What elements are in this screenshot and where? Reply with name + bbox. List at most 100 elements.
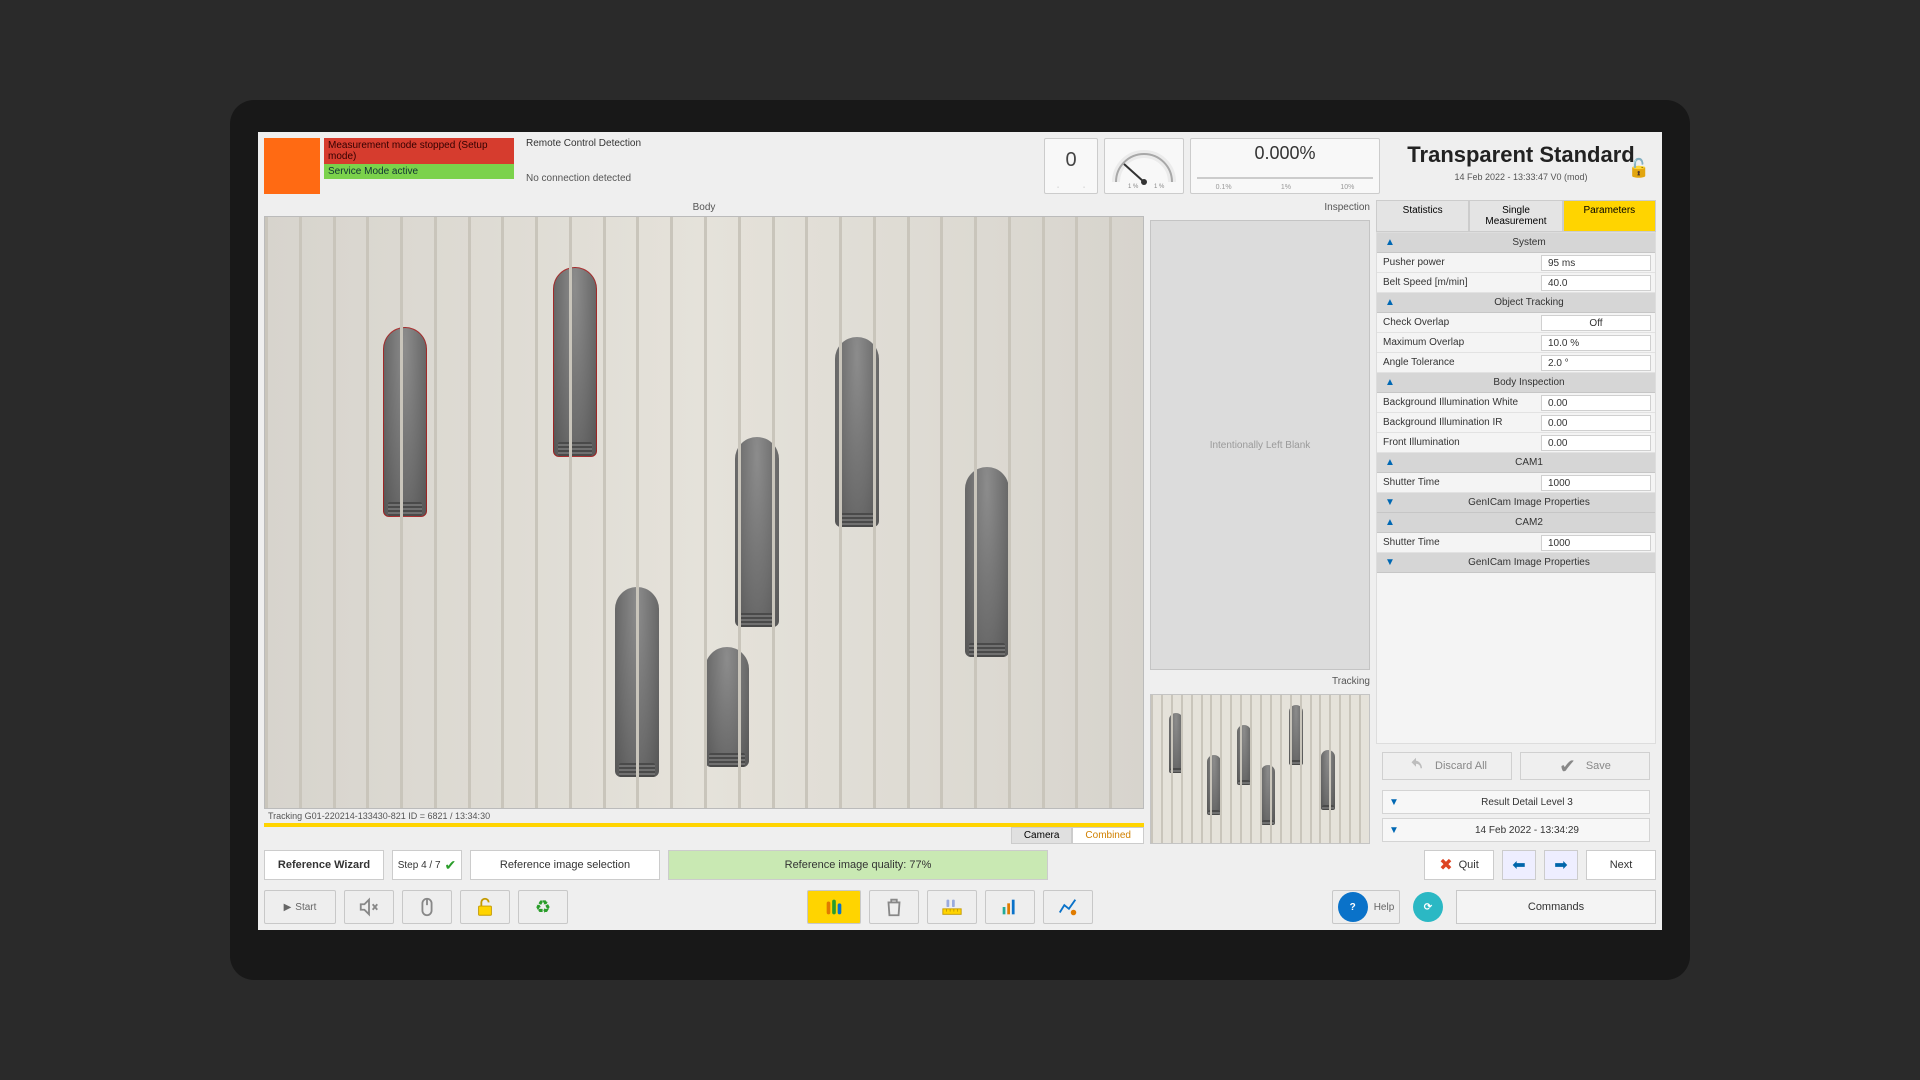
commands-button[interactable]: Commands bbox=[1456, 890, 1656, 924]
recipe-title: Transparent Standard bbox=[1390, 142, 1652, 168]
remote-title: Remote Control Detection bbox=[526, 138, 641, 149]
lock-icon[interactable]: 🔓 bbox=[1628, 158, 1650, 179]
param-value[interactable]: 0.00 bbox=[1541, 395, 1651, 411]
param-key: Shutter Time bbox=[1377, 477, 1541, 488]
mute-button[interactable] bbox=[344, 890, 394, 924]
wizard-quit-button[interactable]: ✖ Quit bbox=[1424, 850, 1494, 880]
param-value[interactable]: 95 ms bbox=[1541, 255, 1651, 271]
unlock-button[interactable] bbox=[460, 890, 510, 924]
status-service: Service Mode active bbox=[324, 164, 514, 179]
tracking-thumb[interactable] bbox=[1150, 694, 1370, 844]
param-value[interactable]: 1000 bbox=[1541, 475, 1651, 491]
tab-single-measurement[interactable]: Single Measurement bbox=[1469, 200, 1562, 232]
percent-gauge: 0.000% 0.1% 1% 10% bbox=[1190, 138, 1380, 194]
param-key: Maximum Overlap bbox=[1377, 337, 1541, 348]
discard-all-button[interactable]: Discard All bbox=[1382, 752, 1512, 780]
logo-square bbox=[264, 138, 320, 194]
chevron-up-icon: ▲ bbox=[1377, 237, 1403, 248]
speaker-mute-icon bbox=[358, 896, 380, 918]
preform-object bbox=[383, 327, 427, 517]
refresh-button[interactable]: ⟳ bbox=[1408, 890, 1448, 924]
close-icon: ✖ bbox=[1439, 855, 1452, 875]
recycle-button[interactable]: ♻ bbox=[518, 890, 568, 924]
param-value[interactable]: 2.0 ° bbox=[1541, 355, 1651, 371]
bottles-view-button[interactable] bbox=[807, 890, 861, 924]
blank-text: Intentionally Left Blank bbox=[1210, 440, 1311, 451]
arrow-left-icon: ⬅ bbox=[1512, 855, 1525, 875]
section-body-inspection[interactable]: ▲Body Inspection bbox=[1377, 373, 1655, 393]
status-stopped: Measurement mode stopped (Setup mode) bbox=[324, 138, 514, 164]
chevron-down-icon: ▼ bbox=[1383, 825, 1405, 836]
ruler-button[interactable] bbox=[927, 890, 977, 924]
param-key: Check Overlap bbox=[1377, 317, 1541, 328]
chevron-down-icon: ▼ bbox=[1377, 497, 1403, 508]
bar-chart-button[interactable] bbox=[985, 890, 1035, 924]
line-chart-icon bbox=[1057, 896, 1079, 918]
undo-icon bbox=[1407, 757, 1425, 775]
wizard-prev-button[interactable]: ⬅ bbox=[1502, 850, 1536, 880]
tab-parameters[interactable]: Parameters bbox=[1563, 200, 1656, 232]
chevron-down-icon: ▼ bbox=[1383, 797, 1405, 808]
svg-text:1 %: 1 % bbox=[1154, 184, 1165, 190]
chevron-up-icon: ▲ bbox=[1377, 517, 1403, 528]
bottom-toolbar: ▶ Start ♻ ? bbox=[258, 886, 1662, 930]
counter-value: 0 bbox=[1045, 149, 1097, 172]
param-value[interactable]: Off bbox=[1541, 315, 1651, 331]
percent-value: 0.000% bbox=[1191, 143, 1379, 164]
inspection-thumb[interactable]: Intentionally Left Blank bbox=[1150, 220, 1370, 670]
wizard-next-button[interactable]: Next bbox=[1586, 850, 1656, 880]
trend-chart-button[interactable] bbox=[1043, 890, 1093, 924]
param-value[interactable]: 0.00 bbox=[1541, 415, 1651, 431]
arrow-right-icon: ➡ bbox=[1554, 855, 1567, 875]
result-timestamp-selector[interactable]: ▼ 14 Feb 2022 - 13:34:29 bbox=[1382, 818, 1650, 842]
mouse-icon bbox=[416, 896, 438, 918]
chevron-up-icon: ▲ bbox=[1377, 457, 1403, 468]
param-value[interactable]: 10.0 % bbox=[1541, 335, 1651, 351]
play-icon: ▶ bbox=[284, 902, 292, 913]
chevron-up-icon: ▲ bbox=[1377, 297, 1403, 308]
section-system[interactable]: ▲System bbox=[1377, 233, 1655, 253]
recycle-icon: ♻ bbox=[535, 897, 551, 918]
trash-button[interactable] bbox=[869, 890, 919, 924]
param-key: Background Illumination IR bbox=[1377, 417, 1541, 428]
preform-object bbox=[705, 647, 749, 767]
question-icon: ? bbox=[1338, 892, 1368, 922]
start-button[interactable]: ▶ Start bbox=[264, 890, 336, 924]
help-button[interactable]: ? Help bbox=[1332, 890, 1400, 924]
param-value[interactable]: 1000 bbox=[1541, 535, 1651, 551]
recipe-timestamp: 14 Feb 2022 - 13:33:47 V0 (mod) bbox=[1390, 172, 1652, 182]
section-cam2[interactable]: ▲CAM2 bbox=[1377, 513, 1655, 533]
param-value[interactable]: 0.00 bbox=[1541, 435, 1651, 451]
section-cam1[interactable]: ▲CAM1 bbox=[1377, 453, 1655, 473]
parameters-panel: ▲System Pusher power95 ms Belt Speed [m/… bbox=[1376, 232, 1656, 744]
preform-object bbox=[553, 267, 597, 457]
chevron-up-icon: ▲ bbox=[1377, 377, 1403, 388]
param-key: Angle Tolerance bbox=[1377, 357, 1541, 368]
body-panel-label: Body bbox=[264, 200, 1144, 216]
bottles-icon bbox=[823, 896, 845, 918]
section-genicam-1[interactable]: ▼GenICam Image Properties bbox=[1377, 493, 1655, 513]
counter-gauge: 0 ·· bbox=[1044, 138, 1098, 194]
bar-chart-icon bbox=[999, 896, 1021, 918]
tab-combined[interactable]: Combined bbox=[1072, 827, 1144, 844]
body-image[interactable]: /*placeholder*/ bbox=[264, 216, 1144, 809]
wizard-title: Reference Wizard bbox=[264, 850, 384, 880]
reference-wizard-bar: Reference Wizard Step 4 / 7✔ Reference i… bbox=[258, 844, 1662, 886]
tab-camera[interactable]: Camera bbox=[1011, 827, 1073, 844]
section-object-tracking[interactable]: ▲Object Tracking bbox=[1377, 293, 1655, 313]
mouse-button[interactable] bbox=[402, 890, 452, 924]
wizard-next-arrow-button[interactable]: ➡ bbox=[1544, 850, 1578, 880]
param-key: Front Illumination bbox=[1377, 437, 1541, 448]
result-detail-selector[interactable]: ▼ Result Detail Level 3 bbox=[1382, 790, 1650, 814]
param-key: Background Illumination White bbox=[1377, 397, 1541, 408]
check-icon: ✔ bbox=[445, 857, 457, 874]
save-button[interactable]: ✔ Save bbox=[1520, 752, 1650, 780]
remote-control-block: Remote Control Detection No connection d… bbox=[526, 138, 641, 194]
section-genicam-2[interactable]: ▼GenICam Image Properties bbox=[1377, 553, 1655, 573]
check-icon: ✔ bbox=[1559, 754, 1576, 779]
inspection-label: Inspection bbox=[1150, 200, 1370, 216]
wizard-quality: Reference image quality: 77% bbox=[668, 850, 1048, 880]
tab-statistics[interactable]: Statistics bbox=[1376, 200, 1469, 232]
ruler-icon bbox=[941, 896, 963, 918]
param-value[interactable]: 40.0 bbox=[1541, 275, 1651, 291]
